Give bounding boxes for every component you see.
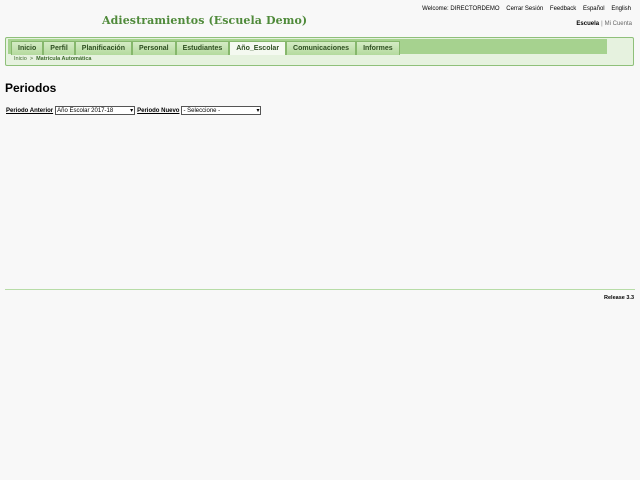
- school-title: Adiestramientos (Escuela Demo): [102, 14, 308, 27]
- feedback-link[interactable]: Feedback: [550, 6, 576, 12]
- nav-tabs: Inicio Perfil Planificación Personal Est…: [11, 41, 400, 55]
- tab-personal[interactable]: Personal: [131, 41, 176, 55]
- page-title: Periodos: [5, 81, 57, 95]
- period-form: Periodo Anterior Año Escolar 2017-18 ▾ P…: [6, 106, 263, 115]
- chevron-down-icon: ▾: [130, 108, 134, 114]
- welcome-text: Welcome: DIRECTORDEMO: [422, 6, 500, 12]
- tab-informes[interactable]: Informes: [356, 41, 400, 55]
- english-link[interactable]: English: [611, 6, 631, 12]
- periodo-nuevo-label: Periodo Nuevo: [137, 107, 180, 114]
- periodo-anterior-label: Periodo Anterior: [6, 107, 54, 114]
- chevron-down-icon: ▾: [256, 108, 260, 114]
- role-school[interactable]: Escuela: [576, 21, 599, 27]
- periodo-anterior-value: Año Escolar 2017-18: [57, 108, 114, 114]
- tab-inicio[interactable]: Inicio: [11, 41, 44, 55]
- top-links: Welcome: DIRECTORDEMO Cerrar Sesión Feed…: [422, 6, 631, 12]
- tab-comunicaciones[interactable]: Comunicaciones: [286, 41, 357, 55]
- role-switch: Escuela | Mi Cuenta: [576, 21, 632, 27]
- periodo-anterior-select[interactable]: Año Escolar 2017-18 ▾: [55, 106, 136, 115]
- main-navbar: Inicio Perfil Planificación Personal Est…: [5, 37, 634, 66]
- tab-perfil[interactable]: Perfil: [43, 41, 75, 55]
- breadcrumb: Inicio > Matrícula Automática: [14, 56, 91, 62]
- footer-divider: [5, 289, 635, 290]
- periodo-nuevo-select[interactable]: - Seleccione - ▾: [181, 106, 262, 115]
- logout-link[interactable]: Cerrar Sesión: [506, 6, 543, 12]
- release-version: Release 3.3: [604, 295, 634, 301]
- breadcrumb-separator: >: [29, 56, 34, 62]
- spanish-link[interactable]: Español: [583, 6, 605, 12]
- breadcrumb-current: Matrícula Automática: [36, 56, 92, 62]
- tab-planificacion[interactable]: Planificación: [74, 41, 132, 55]
- role-my-account[interactable]: Mi Cuenta: [605, 21, 632, 27]
- role-separator: |: [601, 21, 603, 27]
- breadcrumb-home[interactable]: Inicio: [14, 56, 27, 62]
- tab-estudiantes[interactable]: Estudiantes: [175, 41, 230, 55]
- periodo-nuevo-value: - Seleccione -: [183, 108, 221, 114]
- nav-tab-row: Inicio Perfil Planificación Personal Est…: [8, 39, 607, 55]
- tab-ano-escolar[interactable]: Año_Escolar: [229, 41, 287, 55]
